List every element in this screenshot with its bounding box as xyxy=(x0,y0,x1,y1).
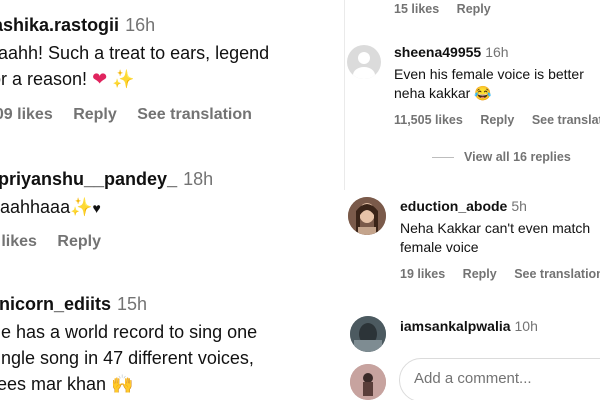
comment-text-line: He has a world record to sing one xyxy=(0,322,258,342)
reply-button[interactable]: Reply xyxy=(457,2,491,16)
see-translation-button[interactable]: See translation xyxy=(514,267,600,281)
comment-text-line: Aaahh! Such a treat to ears, legend xyxy=(0,43,270,63)
comment-username[interactable]: rashika.rastogii xyxy=(0,15,119,35)
comment-actions: 19 likes Reply See translation xyxy=(400,267,600,281)
comment-username[interactable]: unicorn_ediits xyxy=(0,294,111,314)
laughing-emoji-icon: 😂 xyxy=(474,85,492,101)
sparkles-emoji-icon: ✨ xyxy=(70,197,93,217)
view-replies-button[interactable]: View all 16 replies xyxy=(432,150,571,164)
likes-count[interactable]: 15 likes xyxy=(394,2,439,16)
likes-count[interactable]: 7 likes xyxy=(0,233,37,250)
comment-time: 15h xyxy=(117,294,148,314)
comment-time: 5h xyxy=(511,198,527,214)
comment-username[interactable]: iamsankalpwalia xyxy=(400,318,511,334)
likes-count[interactable]: 11,505 likes xyxy=(394,113,463,127)
see-translation-button[interactable]: See translation xyxy=(137,106,252,123)
comment-text: Aaahhaaa✨♥ xyxy=(0,194,340,221)
reply-button[interactable]: Reply xyxy=(73,106,117,123)
likes-count[interactable]: 19 likes xyxy=(400,267,445,281)
comment-actions: 109 likes Reply See translation xyxy=(0,106,340,124)
comment-text-line: neha kakkar xyxy=(394,85,471,101)
comment-item: sheena49955 16h Even his female voice is … xyxy=(394,44,600,127)
comment-time: 16h xyxy=(485,44,509,60)
left-comments-panel: rashika.rastogii 16h Aaahh! Such a treat … xyxy=(0,0,340,400)
comment-item: _priyanshu__pandey_ 18h Aaahhaaa✨♥ 7 like… xyxy=(0,168,340,251)
comment-item: eduction_abode 5h Neha Kakkar can't even … xyxy=(400,198,600,281)
sparkles-emoji-icon: ✨ xyxy=(112,69,135,89)
comment-actions: 7 likes Reply xyxy=(0,233,340,251)
comment-header: unicorn_ediits 15h xyxy=(0,293,340,315)
comment-text-line: Even his female voice is better xyxy=(394,66,584,82)
comment-username[interactable]: _priyanshu__pandey_ xyxy=(0,169,177,189)
comment-time: 18h xyxy=(183,169,214,189)
black-heart-emoji-icon: ♥ xyxy=(92,200,101,216)
comment-actions: 15 likes Reply xyxy=(394,2,505,16)
comment-username[interactable]: eduction_abode xyxy=(400,198,507,214)
comment-header: rashika.rastogii 16h xyxy=(0,14,340,36)
default-avatar-icon[interactable] xyxy=(347,45,381,79)
replies-line xyxy=(432,156,454,158)
comment-text-line: single song in 47 different voices, xyxy=(0,348,254,368)
comment-item: unicorn_ediits 15h He has a world record … xyxy=(0,293,340,397)
comment-item: iamsankalpwalia 10h xyxy=(400,318,600,336)
comment-username[interactable]: sheena49955 xyxy=(394,44,481,60)
comment-text-line: female voice xyxy=(400,239,479,255)
heart-emoji-icon: ❤ xyxy=(92,69,108,89)
comment-text-line: Neha Kakkar can't even match xyxy=(400,220,591,236)
reply-button[interactable]: Reply xyxy=(480,113,514,127)
add-comment-input[interactable]: Add a comment... xyxy=(399,358,600,400)
comment-header: _priyanshu__pandey_ 18h xyxy=(0,168,340,190)
likes-count[interactable]: 109 likes xyxy=(0,106,53,123)
reply-button[interactable]: Reply xyxy=(57,233,101,250)
comment-item: rashika.rastogii 16h Aaahh! Such a treat … xyxy=(0,14,340,124)
comment-text-line: for a reason! xyxy=(0,69,88,89)
view-replies-label: View all 16 replies xyxy=(464,150,571,164)
comment-actions: 11,505 likes Reply See translation xyxy=(394,113,600,127)
user-avatar[interactable] xyxy=(348,197,386,235)
comment-text: Neha Kakkar can't even match female voic… xyxy=(400,219,600,257)
comment-text: Aaahh! Such a treat to ears, legend for … xyxy=(0,40,340,92)
reply-button[interactable]: Reply xyxy=(463,267,497,281)
comment-time: 10h xyxy=(514,318,538,334)
right-comments-panel: 15 likes Reply sheena49955 16h Even his f… xyxy=(344,0,600,400)
comment-text-line: Aaahhaaa xyxy=(0,197,71,217)
comment-text: Even his female voice is better neha kak… xyxy=(394,65,600,103)
raising-hands-emoji-icon: 🙌 xyxy=(111,374,134,394)
comment-text-line: Tees mar khan xyxy=(0,374,107,394)
comment-text: He has a world record to sing one single… xyxy=(0,319,340,397)
comment-time: 16h xyxy=(125,15,156,35)
user-avatar[interactable] xyxy=(350,316,386,352)
see-translation-button[interactable]: See translation xyxy=(532,113,600,127)
current-user-avatar[interactable] xyxy=(350,364,386,400)
